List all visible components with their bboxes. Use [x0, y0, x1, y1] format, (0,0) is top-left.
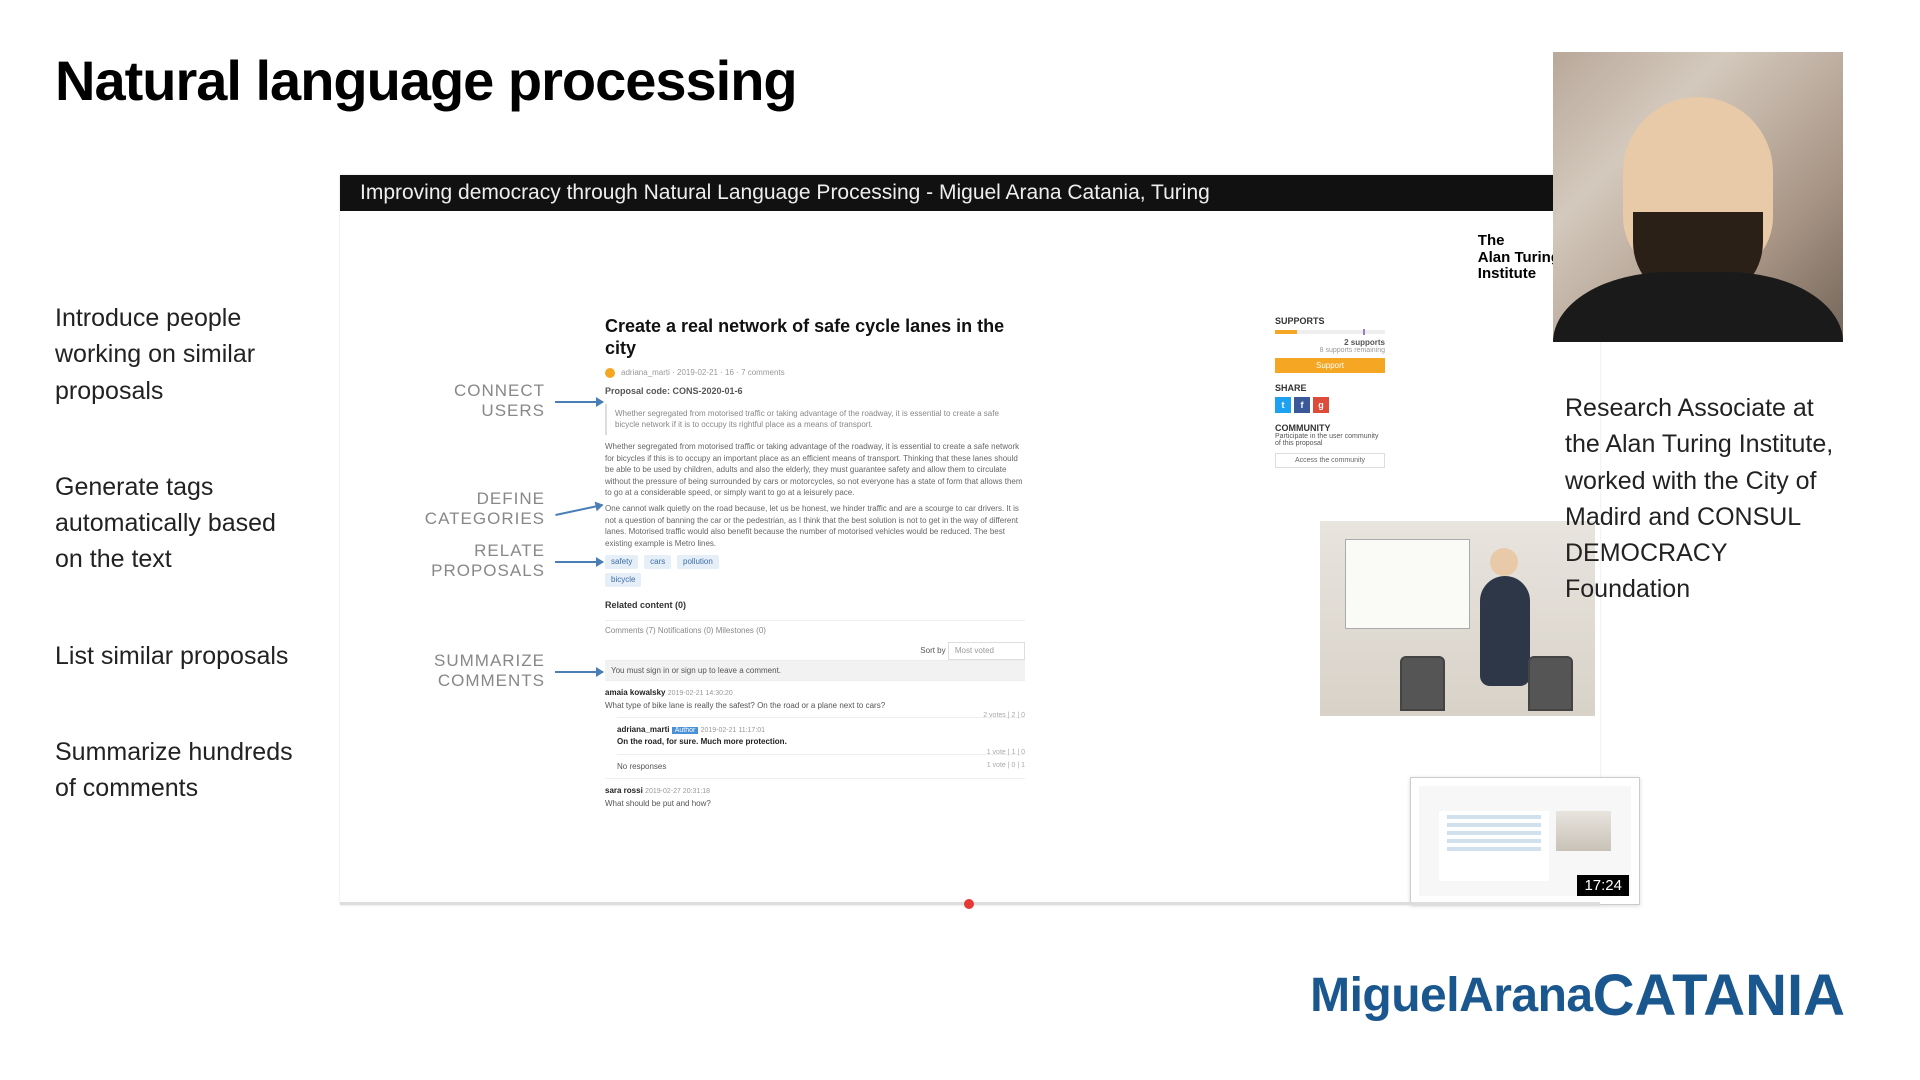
video-thumbnail[interactable]: 17:24: [1410, 777, 1640, 905]
comment: No responses 1 vote | 0 | 1: [617, 754, 1025, 779]
author-row: adriana_marti · 2019-02-21 · 16 · 7 comm…: [605, 367, 1025, 379]
logo-line: Institute: [1478, 266, 1560, 283]
comment-date: 2019-02-27 20:31:18: [645, 788, 710, 795]
annot-summarize: SUMMARIZE COMMENTS: [385, 651, 545, 691]
support-count: 2 supports: [1275, 338, 1385, 347]
share-label: SHARE: [1275, 383, 1385, 393]
vote-count: 1 vote | 0 | 1: [987, 761, 1025, 771]
annot-connect: CONNECT USERS: [385, 381, 545, 421]
bullet-3: List similar proposals: [55, 638, 305, 674]
comment-date: 2019-02-21 14:30:20: [668, 690, 733, 697]
comment-reply: adriana_marti Author 2019-02-21 11:17:01…: [617, 717, 1025, 754]
left-bullets: Introduce people working on similar prop…: [55, 300, 305, 806]
tag[interactable]: bicycle: [605, 573, 641, 587]
avatar-icon: [605, 368, 615, 378]
signin-prompt: You must sign in or sign up to leave a c…: [605, 660, 1025, 681]
thumb-timestamp: 17:24: [1577, 875, 1629, 896]
comment-author: sara rossi: [605, 786, 643, 795]
community-text: Participate in the user community of thi…: [1275, 433, 1385, 447]
related-label: Related content (0): [605, 599, 1025, 612]
video-embed: Improving democracy through Natural Lang…: [340, 175, 1600, 905]
vote-count: 2 votes | 2 | 0: [983, 711, 1025, 721]
headshot-photo: [1553, 52, 1843, 342]
supports-header: SUPPORTS: [1275, 316, 1385, 326]
share-row: t f g: [1275, 397, 1385, 413]
annot-relate: RELATE PROPOSALS: [385, 541, 545, 581]
speaker-figure: [1480, 576, 1530, 686]
progress-fill: [1275, 330, 1297, 334]
video-progress[interactable]: [340, 902, 1600, 905]
speaker-inset-photo: [1320, 521, 1595, 716]
comment: sara rossi 2019-02-27 20:31:18 What shou…: [605, 778, 1025, 815]
comment-date: 2019-02-21 11:17:01: [701, 727, 765, 734]
sort-row: Sort by Most voted: [605, 642, 1025, 660]
arrow-icon: [555, 504, 602, 516]
tag[interactable]: cars: [644, 555, 671, 569]
proposal-panel: Create a real network of safe cycle lane…: [605, 316, 1025, 815]
comment-text: What type of bike lane is really the saf…: [605, 700, 1025, 712]
thumb-inset: [1556, 811, 1611, 851]
bullet-2: Generate tags automatically based on the…: [55, 469, 305, 578]
sort-label: Sort by: [920, 646, 945, 655]
video-title-bar: Improving democracy through Natural Lang…: [340, 175, 1600, 211]
proposal-heading: Create a real network of safe cycle lane…: [605, 316, 1025, 359]
comment: amaia kowalsky 2019-02-21 14:30:20 What …: [605, 680, 1025, 717]
arrow-icon: [555, 561, 603, 563]
community-label: COMMUNITY: [1275, 423, 1385, 433]
annot-define: DEFINE CATEGORIES: [385, 489, 545, 529]
progress-bar: [1275, 330, 1385, 334]
community-button[interactable]: Access the community: [1275, 453, 1385, 468]
slide-title: Natural language processing: [55, 48, 797, 113]
bio-text: Research Associate at the Alan Turing In…: [1565, 390, 1845, 608]
sort-select[interactable]: Most voted: [948, 642, 1025, 660]
chair: [1528, 656, 1573, 711]
google-icon[interactable]: g: [1313, 397, 1329, 413]
video-title: Improving democracy through Natural Lang…: [360, 181, 1210, 205]
comment-meta: No responses: [617, 762, 666, 771]
bullet-4: Summarize hundreds of comments: [55, 734, 305, 807]
progress-marker: [1363, 329, 1365, 335]
turing-logo: The Alan Turing Institute: [1478, 233, 1560, 283]
projector-screen: [1345, 539, 1470, 629]
progress-dot-icon[interactable]: [964, 899, 974, 909]
comment-author: adriana_marti: [617, 725, 669, 734]
vote-count: 1 vote | 1 | 0: [987, 748, 1025, 758]
last-name: CATANIA: [1593, 963, 1845, 1028]
chair: [1400, 656, 1445, 711]
shoulders: [1553, 272, 1843, 342]
speaker-name: MiguelAranaCATANIA: [1310, 958, 1845, 1025]
thumb-slide: [1439, 811, 1549, 881]
support-button[interactable]: Support: [1275, 358, 1385, 373]
comment-text: On the road, for sure. Much more protect…: [617, 736, 1025, 748]
comment-author: amaia kowalsky: [605, 688, 665, 697]
proposal-code: Proposal code: CONS-2020-01-6: [605, 385, 1025, 398]
first-name: MiguelArana: [1310, 969, 1593, 1022]
supports-panel: SUPPORTS 2 supports 8 supports remaining…: [1275, 316, 1385, 468]
comment-tabs[interactable]: Comments (7) Notifications (0) Milestone…: [605, 620, 1025, 637]
comment-text: What should be put and how?: [605, 798, 1025, 810]
video-body: The Alan Turing Institute CONNECT USERS …: [340, 211, 1600, 905]
tag[interactable]: pollution: [677, 555, 719, 569]
facebook-icon[interactable]: f: [1294, 397, 1310, 413]
tag-row: safety cars pollution: [605, 553, 1025, 571]
author-badge: Author: [672, 727, 699, 734]
proposal-paragraph: One cannot walk quietly on the road beca…: [605, 503, 1025, 549]
twitter-icon[interactable]: t: [1275, 397, 1291, 413]
bullet-1: Introduce people working on similar prop…: [55, 300, 305, 409]
arrow-icon: [555, 671, 603, 673]
logo-line: The: [1478, 233, 1560, 250]
arrow-icon: [555, 401, 603, 403]
tag[interactable]: safety: [605, 555, 638, 569]
support-remaining: 8 supports remaining: [1275, 347, 1385, 354]
proposal-quote: Whether segregated from motorised traffi…: [605, 404, 1025, 435]
logo-line: Alan Turing: [1478, 250, 1560, 267]
proposal-paragraph: Whether segregated from motorised traffi…: [605, 441, 1025, 499]
